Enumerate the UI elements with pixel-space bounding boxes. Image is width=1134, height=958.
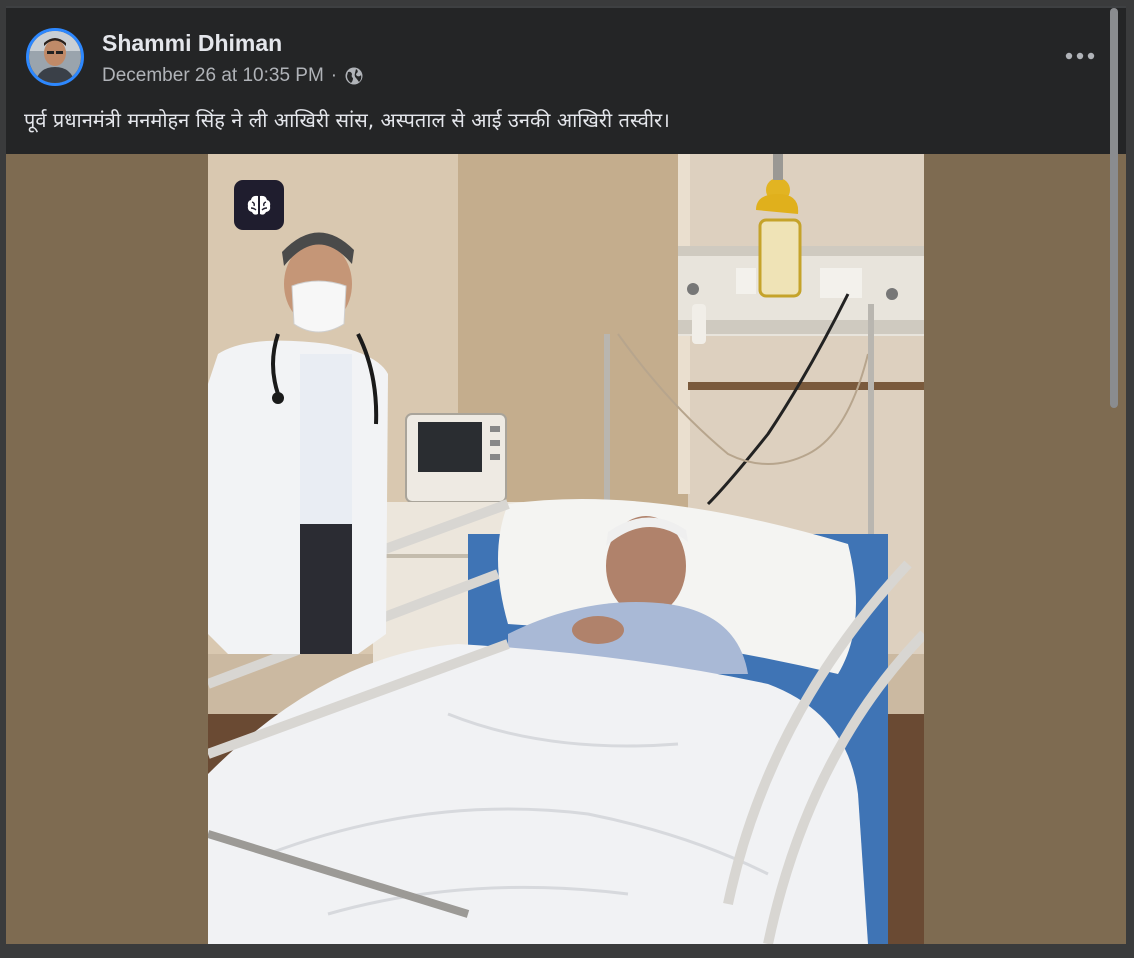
- more-options-button[interactable]: [1060, 42, 1100, 70]
- post-caption: पूर्व प्रधानमंत्री मनमोहन सिंह ने ली आखि…: [24, 108, 670, 132]
- meta-separator: ·: [330, 65, 338, 86]
- globe-icon[interactable]: [344, 66, 364, 86]
- scrollbar-thumb[interactable]: [1109, 8, 1118, 408]
- ai-brain-icon: [247, 195, 271, 215]
- post-header: Shammi Dhiman December 26 at 10:35 PM ·: [6, 8, 1126, 98]
- hospital-photo-image: [208, 154, 924, 944]
- post-photo[interactable]: [208, 154, 924, 944]
- scrollbar[interactable]: [1107, 8, 1120, 410]
- post-timestamp[interactable]: December 26 at 10:35 PM: [102, 65, 324, 87]
- post-media[interactable]: [6, 154, 1126, 944]
- ai-badge-button[interactable]: [234, 180, 284, 230]
- post-card: Shammi Dhiman December 26 at 10:35 PM · …: [6, 6, 1126, 944]
- avatar-image: [29, 31, 81, 83]
- avatar[interactable]: [26, 28, 84, 86]
- author-name[interactable]: Shammi Dhiman: [102, 30, 282, 57]
- post-meta: December 26 at 10:35 PM ·: [102, 64, 364, 88]
- more-options-icon: [1065, 52, 1095, 60]
